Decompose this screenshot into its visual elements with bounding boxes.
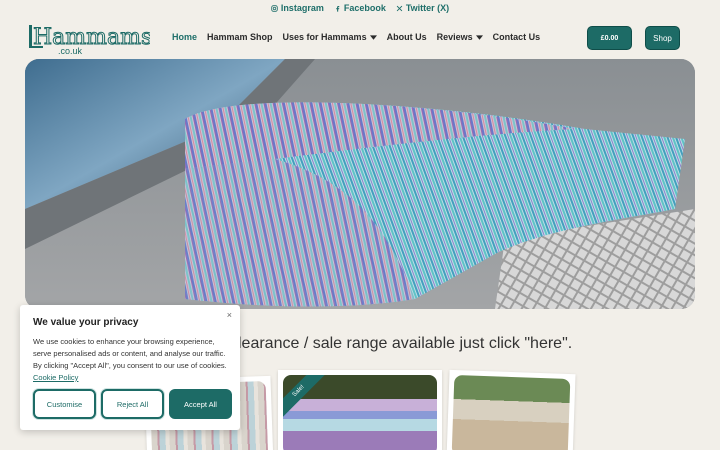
- product-thumbnail-2[interactable]: Sale!: [278, 370, 442, 450]
- main-nav: Home Hammam Shop Uses for Hammams About …: [172, 32, 540, 42]
- site-header: Hammams .co.uk Home Hammam Shop Uses for…: [0, 16, 720, 60]
- instagram-label: Instagram: [280, 3, 324, 13]
- cookie-title: We value your privacy: [33, 317, 139, 328]
- nav-item-hammam-shop[interactable]: Hammam Shop: [207, 32, 273, 42]
- sale-badge: Sale!: [283, 375, 325, 418]
- instagram-link[interactable]: Instagram: [271, 3, 324, 13]
- cart-total: £0.00: [600, 34, 619, 42]
- hero-photo: [25, 59, 695, 309]
- reject-all-button[interactable]: Reject All: [101, 389, 164, 419]
- cookie-buttons: Customise Reject All Accept All: [33, 389, 232, 419]
- twitter-link[interactable]: Twitter (X): [396, 3, 449, 13]
- nav-item-about-us[interactable]: About Us: [387, 32, 427, 42]
- shop-button[interactable]: Shop: [646, 27, 679, 49]
- nav-label-hammam-shop: Hammam Shop: [207, 32, 273, 42]
- product-thumbnail-3[interactable]: [446, 369, 576, 450]
- cookie-consent-banner: × We value your privacy We use cookies t…: [20, 305, 240, 430]
- social-bar: Instagram Facebook Twitter (X): [0, 0, 720, 16]
- accept-all-button[interactable]: Accept All: [169, 389, 232, 419]
- nav-item-uses-for-hammams[interactable]: Uses for Hammams: [283, 32, 377, 42]
- customise-button[interactable]: Customise: [33, 389, 96, 419]
- nav-label-contact: Contact Us: [492, 32, 541, 42]
- logo-graphic: Hammams .co.uk: [29, 25, 153, 56]
- shop-button-label: Shop: [653, 33, 672, 43]
- chevron-down-icon: [475, 34, 483, 40]
- nav-item-reviews[interactable]: Reviews: [437, 32, 483, 42]
- cookie-body-text: We use cookies to enhance your browsing …: [33, 337, 227, 370]
- product-image-3: [451, 375, 571, 450]
- hero-image: [25, 59, 695, 309]
- facebook-link[interactable]: Facebook: [334, 3, 386, 13]
- nav-item-home[interactable]: Home: [172, 32, 197, 42]
- nav-label-about: About Us: [386, 32, 427, 42]
- logo-sub-text: .co.uk: [58, 46, 83, 56]
- cart-button[interactable]: £0.00: [588, 27, 631, 49]
- x-icon: [396, 5, 403, 11]
- nav-label-uses: Uses for Hammams: [282, 32, 367, 42]
- twitter-label: Twitter (X): [405, 3, 450, 13]
- facebook-label: Facebook: [343, 3, 386, 13]
- site-logo[interactable]: Hammams .co.uk: [28, 22, 153, 56]
- nav-label-reviews: Reviews: [436, 32, 473, 42]
- cookie-body: We use cookies to enhance your browsing …: [33, 336, 227, 384]
- nav-item-contact-us[interactable]: Contact Us: [493, 32, 541, 42]
- clearance-promo-text[interactable]: clearance / sale range available just cl…: [230, 335, 572, 353]
- cookie-policy-link[interactable]: Cookie Policy: [33, 373, 78, 382]
- product-image-2: Sale!: [283, 375, 437, 450]
- close-icon[interactable]: ×: [227, 310, 232, 320]
- chevron-down-icon: [369, 34, 377, 40]
- logo-main-text: Hammams: [33, 25, 150, 50]
- nav-label-home: Home: [172, 32, 198, 42]
- instagram-icon: [271, 4, 278, 12]
- facebook-icon: [336, 5, 340, 12]
